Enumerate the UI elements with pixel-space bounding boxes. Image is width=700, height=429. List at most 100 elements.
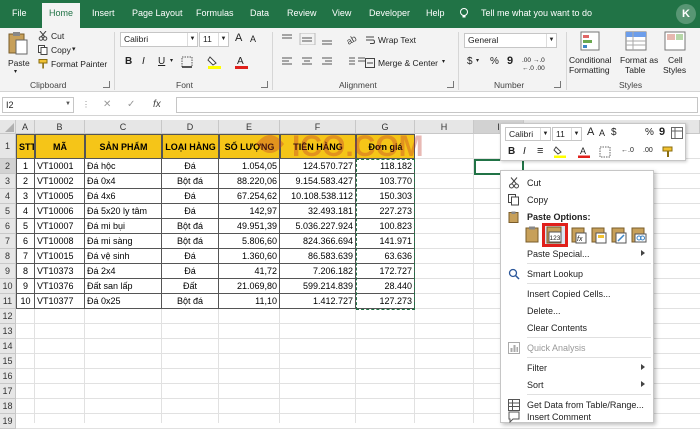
currency-button[interactable]: $ (467, 56, 473, 67)
bold-button[interactable]: B (125, 56, 132, 67)
cell-styles-icon[interactable] (664, 31, 688, 53)
cell-stt[interactable]: 8 (16, 264, 35, 279)
row-header-2[interactable]: 2 (0, 159, 16, 174)
number-launcher-icon[interactable] (554, 81, 561, 88)
clipboard-launcher-icon[interactable] (103, 81, 110, 88)
mini-font-color-icon[interactable]: A (577, 146, 593, 158)
tab-review[interactable]: Review (287, 8, 317, 18)
fill-color-icon[interactable] (207, 55, 223, 69)
cell-stt[interactable]: 6 (16, 234, 35, 249)
header-cell-loai-hang[interactable]: LOẠI HÀNG (162, 134, 219, 159)
cell-stt[interactable]: 5 (16, 219, 35, 234)
number-format-dropdown[interactable]: General ▼ (464, 33, 557, 48)
increase-decimal-button[interactable]: .00 →.0 (522, 57, 545, 64)
mini-shrink-font-button[interactable]: A (599, 128, 605, 138)
menu-copy[interactable]: Copy (501, 191, 653, 209)
cell-tien-hang[interactable]: 9.154.583.427 (280, 174, 356, 189)
formula-input[interactable] (176, 97, 698, 113)
font-color-icon[interactable]: A (234, 55, 250, 69)
mini-format-cells-icon[interactable] (671, 127, 683, 139)
font-name-dropdown[interactable]: Calibri ▼ (120, 32, 198, 47)
cell-san-pham[interactable]: Đá 5x20 ly tâm (85, 204, 162, 219)
cell-ma[interactable]: VT10008 (35, 234, 85, 249)
cell-so-luong[interactable]: 21.069,80 (219, 279, 280, 294)
row-header-16[interactable]: 16 (0, 369, 16, 384)
cell-so-luong[interactable]: 1.360,60 (219, 249, 280, 264)
copy-button[interactable]: Copy (51, 45, 71, 55)
cell-loai-hang[interactable]: Đá (162, 264, 219, 279)
cell-tien-hang[interactable]: 1.412.727 (280, 294, 356, 309)
lightbulb-icon[interactable] (458, 7, 470, 19)
cell-ma[interactable]: VT10001 (35, 159, 85, 174)
cell-stt[interactable]: 1 (16, 159, 35, 174)
enter-icon[interactable]: ✓ (127, 99, 135, 110)
cell-tien-hang[interactable]: 599.214.839 (280, 279, 356, 294)
cell-loai-hang[interactable]: Đá (162, 249, 219, 264)
cell-so-luong[interactable]: 88.220,06 (219, 174, 280, 189)
paste-button[interactable]: Paste (8, 58, 30, 68)
cell-san-pham[interactable]: Đá 0x25 (85, 294, 162, 309)
mini-italic-button[interactable]: I (523, 146, 526, 157)
conditional-formatting-label-2[interactable]: Formatting (569, 65, 610, 75)
orientation-icon[interactable]: ab (345, 33, 359, 45)
menu-insert-comment[interactable]: Insert Comment (501, 406, 653, 423)
cell-loai-hang[interactable]: Đá (162, 189, 219, 204)
cell-stt[interactable]: 9 (16, 279, 35, 294)
merge-dropdown-icon[interactable]: ▾ (442, 58, 445, 65)
italic-button[interactable]: I (142, 56, 145, 67)
cell-ma[interactable]: VT10006 (35, 204, 85, 219)
row-header-14[interactable]: 14 (0, 339, 16, 354)
cell-so-luong[interactable]: 11,10 (219, 294, 280, 309)
mini-align-button[interactable]: ≡ (537, 145, 543, 157)
cell-stt[interactable]: 3 (16, 189, 35, 204)
mini-grow-font-button[interactable]: A (587, 126, 594, 138)
mini-bold-button[interactable]: B (508, 146, 515, 157)
format-painter-button[interactable]: Format Painter (51, 59, 107, 69)
cell-so-luong[interactable]: 5.806,60 (219, 234, 280, 249)
conditional-formatting-icon[interactable] (580, 31, 604, 53)
cut-button[interactable]: Cut (51, 31, 64, 41)
mini-font-dropdown[interactable]: Calibri ▼ (505, 127, 551, 141)
conditional-formatting-label-1[interactable]: Conditional (569, 55, 612, 65)
cell-styles-label-2[interactable]: Styles (663, 65, 686, 75)
row-header-6[interactable]: 6 (0, 219, 16, 234)
cell-so-luong[interactable]: 142,97 (219, 204, 280, 219)
row-header-3[interactable]: 3 (0, 174, 16, 189)
tab-help[interactable]: Help (426, 8, 445, 18)
cell-tien-hang[interactable]: 5.036.227.924 (280, 219, 356, 234)
header-cell-ma[interactable]: MÃ (35, 134, 85, 159)
menu-insert-copied-cells[interactable]: Insert Copied Cells... (501, 285, 653, 303)
format-as-table-icon[interactable] (625, 31, 649, 53)
header-cell-san-pham[interactable]: SẢN PHẨM (85, 134, 162, 159)
cell-san-pham[interactable]: Đá 4x6 (85, 189, 162, 204)
cell-styles-label-1[interactable]: Cell (668, 55, 683, 65)
merge-center-button[interactable]: Merge & Center (378, 58, 438, 68)
underline-button[interactable]: U (158, 56, 165, 67)
cancel-icon[interactable]: ✕ (103, 99, 111, 110)
cell-san-pham[interactable]: Đá mi sàng (85, 234, 162, 249)
column-header-c[interactable]: C (85, 120, 162, 134)
cell-tien-hang[interactable]: 86.583.639 (280, 249, 356, 264)
menu-cut[interactable]: Cut (501, 174, 653, 192)
vertical-align-icons[interactable] (280, 33, 340, 45)
decrease-decimal-button[interactable]: ←.0 .00 (522, 65, 545, 72)
cell-san-pham[interactable]: Đá 0x4 (85, 174, 162, 189)
mini-fill-color-icon[interactable] (553, 146, 569, 158)
paste-icon[interactable] (7, 31, 29, 57)
insert-function-icon[interactable]: fx (153, 99, 161, 110)
paste-transpose-icon[interactable] (611, 226, 627, 244)
paste-dropdown-icon[interactable]: ▾ (14, 68, 17, 75)
cell-so-luong[interactable]: 49.951,39 (219, 219, 280, 234)
cell-stt[interactable]: 10 (16, 294, 35, 309)
column-header-d[interactable]: D (162, 120, 219, 134)
cell-stt[interactable]: 4 (16, 204, 35, 219)
select-all-corner[interactable] (0, 120, 16, 134)
cell-san-pham[interactable]: Đất san lấp (85, 279, 162, 294)
cell-stt[interactable]: 7 (16, 249, 35, 264)
tab-home[interactable]: Home (42, 3, 81, 28)
row-header-13[interactable]: 13 (0, 324, 16, 339)
row-header-9[interactable]: 9 (0, 264, 16, 279)
tab-insert[interactable]: Insert (92, 8, 115, 18)
mini-currency-button[interactable]: $ (611, 127, 617, 138)
cell-tien-hang[interactable]: 824.366.694 (280, 234, 356, 249)
